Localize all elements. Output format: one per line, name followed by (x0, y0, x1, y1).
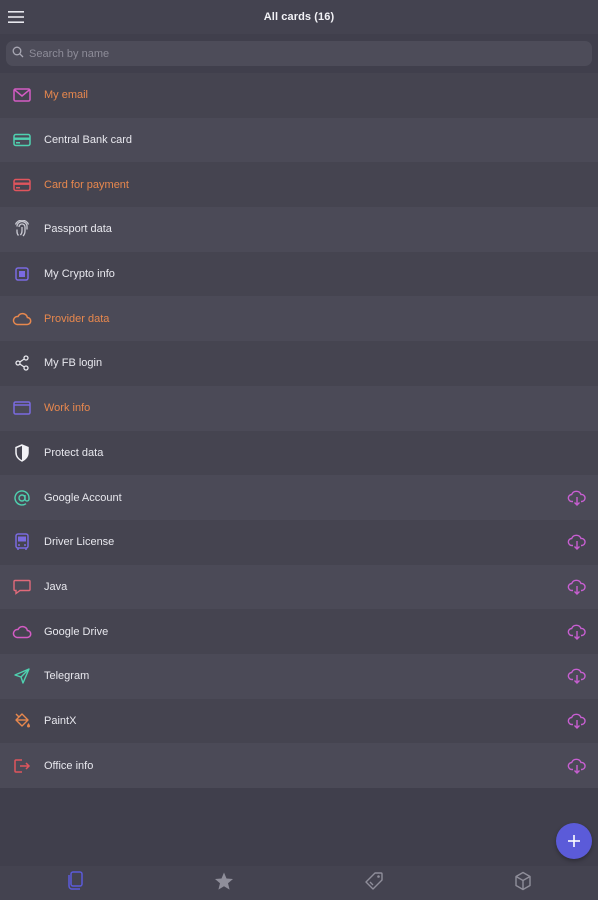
box-icon (514, 871, 532, 896)
card-row[interactable]: Telegram (0, 653, 598, 699)
card-label: Google Account (44, 491, 122, 504)
card-row[interactable]: My Crypto info (0, 251, 598, 297)
cloud-download-icon[interactable] (566, 622, 588, 642)
card-row[interactable]: Driver License (0, 519, 598, 565)
share-icon (12, 353, 32, 373)
tag-icon (364, 871, 384, 896)
at-sign-icon (12, 488, 32, 508)
tab-cards[interactable] (0, 866, 150, 900)
chip-icon (12, 264, 32, 284)
card-row[interactable]: Central Bank card (0, 117, 598, 163)
tab-box[interactable] (449, 866, 598, 900)
chat-bubble-icon (12, 577, 32, 597)
bottom-tab-bar (0, 866, 598, 900)
card-row[interactable]: Work info (0, 385, 598, 431)
card-row[interactable]: Provider data (0, 296, 598, 342)
cloud-icon (12, 309, 32, 329)
star-icon (214, 871, 234, 896)
cloud-download-icon[interactable] (566, 666, 588, 686)
tab-tag[interactable] (299, 866, 449, 900)
card-row[interactable]: Office info (0, 743, 598, 788)
cloud-download-icon[interactable] (566, 711, 588, 731)
tab-star[interactable] (150, 866, 300, 900)
shield-icon (12, 443, 32, 463)
plus-icon (568, 835, 580, 847)
search-field[interactable] (6, 41, 592, 66)
card-row[interactable]: Java (0, 564, 598, 610)
card-label: My FB login (44, 357, 103, 370)
card-label: Java (44, 580, 68, 593)
search-bar (0, 34, 598, 72)
cloud-download-icon[interactable] (566, 488, 588, 508)
cloud-download-icon[interactable] (566, 532, 588, 552)
cloud-download-icon[interactable] (566, 756, 588, 776)
card-row[interactable]: Passport data (0, 207, 598, 252)
card-label: PaintX (44, 714, 77, 727)
card-label: Work info (44, 402, 91, 415)
page-title: All cards (16) (263, 11, 335, 23)
cards-icon (66, 870, 84, 896)
card-label: My email (44, 89, 89, 102)
search-icon (12, 45, 24, 63)
card-label: Google Drive (44, 625, 109, 638)
top-bar: All cards (16) (0, 0, 598, 34)
card-label: Driver License (44, 536, 115, 549)
send-icon (12, 666, 32, 686)
exit-icon (12, 756, 32, 776)
cloud-icon (12, 622, 32, 642)
card-row[interactable]: My FB login (0, 341, 598, 386)
mail-icon (12, 85, 32, 105)
card-row[interactable]: Protect data (0, 430, 598, 476)
fingerprint-icon (12, 219, 32, 239)
card-list: My email Central Bank card Card for paymen… (0, 73, 598, 788)
card-row[interactable]: Card for payment (0, 162, 598, 208)
card-label: Passport data (44, 223, 112, 236)
card-row[interactable]: PaintX (0, 698, 598, 744)
paint-bucket-icon (12, 711, 32, 731)
credit-card-icon (12, 130, 32, 150)
cloud-download-icon[interactable] (566, 577, 588, 597)
search-input[interactable] (29, 47, 569, 60)
bus-icon (12, 532, 32, 552)
card-row[interactable]: Google Account (0, 475, 598, 520)
card-label: Central Bank card (44, 134, 133, 147)
card-label: Provider data (44, 312, 110, 325)
card-label: Telegram (44, 670, 90, 683)
window-icon (12, 398, 32, 418)
card-row[interactable]: Google Drive (0, 609, 598, 654)
credit-card-icon (12, 175, 32, 195)
card-label: Office info (44, 759, 94, 772)
card-label: Card for payment (44, 178, 129, 191)
card-label: Protect data (44, 446, 104, 459)
card-row[interactable]: My email (0, 73, 598, 118)
add-card-button[interactable] (556, 823, 592, 859)
menu-icon[interactable] (8, 9, 24, 25)
card-label: My Crypto info (44, 268, 115, 281)
